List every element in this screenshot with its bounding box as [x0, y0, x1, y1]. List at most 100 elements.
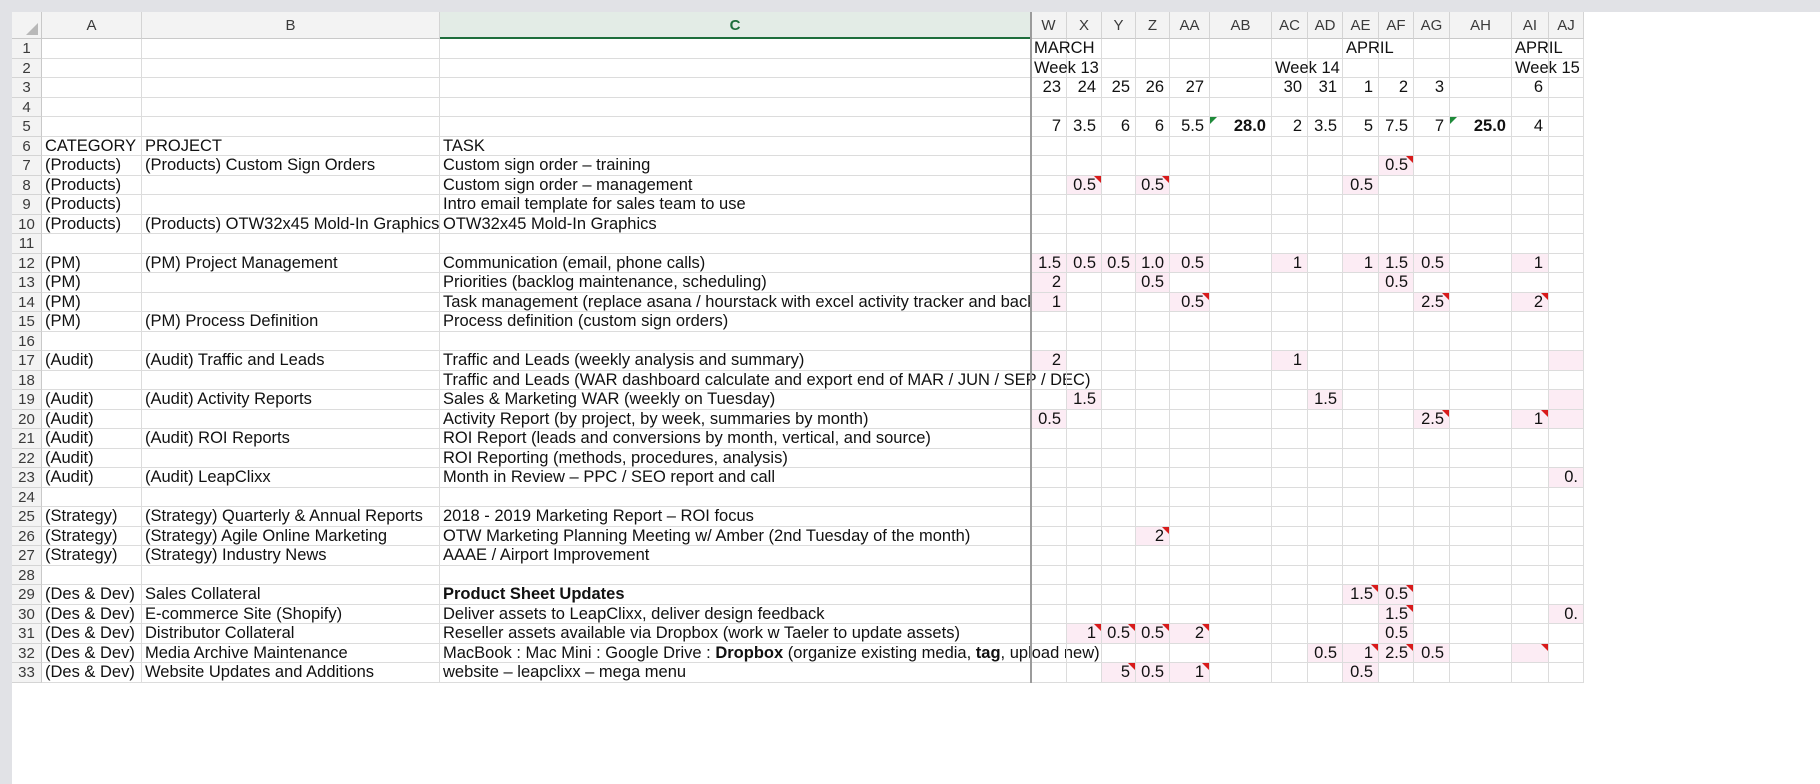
cell-c28[interactable]: [440, 565, 1031, 585]
cell-aj31[interactable]: [1549, 624, 1584, 644]
cell-ag21[interactable]: [1414, 429, 1450, 449]
cell-b17[interactable]: (Audit) Traffic and Leads: [142, 351, 440, 371]
cell-aa24[interactable]: [1170, 487, 1210, 507]
cell-ai12[interactable]: 1: [1512, 253, 1549, 273]
cell-w23[interactable]: [1031, 468, 1067, 488]
cell-a32[interactable]: (Des & Dev): [42, 643, 142, 663]
cell-z8[interactable]: 0.5: [1136, 175, 1170, 195]
cell-ah5[interactable]: 25.0: [1450, 117, 1512, 137]
cell-y29[interactable]: [1102, 585, 1136, 605]
cell-aj33[interactable]: [1549, 663, 1584, 683]
cell-ab1[interactable]: [1210, 39, 1272, 59]
cell-c7[interactable]: Custom sign order – training: [440, 156, 1031, 176]
column-header-ac[interactable]: AC: [1272, 12, 1308, 39]
cell-z30[interactable]: [1136, 604, 1170, 624]
row-header-26[interactable]: 26: [12, 526, 42, 546]
cell-af21[interactable]: [1379, 429, 1414, 449]
cell-x12[interactable]: 0.5: [1067, 253, 1102, 273]
cell-a22[interactable]: (Audit): [42, 448, 142, 468]
cell-aa9[interactable]: [1170, 195, 1210, 215]
cell-af20[interactable]: [1379, 409, 1414, 429]
cell-x11[interactable]: [1067, 234, 1102, 254]
cell-b7[interactable]: (Products) Custom Sign Orders: [142, 156, 440, 176]
cell-c22[interactable]: ROI Reporting (methods, procedures, anal…: [440, 448, 1031, 468]
cell-c29[interactable]: Product Sheet Updates: [440, 585, 1031, 605]
cell-aj6[interactable]: [1549, 136, 1584, 156]
cell-ag14[interactable]: 2.5: [1414, 292, 1450, 312]
cell-ac10[interactable]: [1272, 214, 1308, 234]
cell-ai18[interactable]: [1512, 370, 1549, 390]
cell-z20[interactable]: [1136, 409, 1170, 429]
cell-ac19[interactable]: [1272, 390, 1308, 410]
cell-ah28[interactable]: [1450, 565, 1512, 585]
cell-ae5[interactable]: 5: [1343, 117, 1379, 137]
cell-c18[interactable]: Traffic and Leads (WAR dashboard calcula…: [440, 370, 1090, 390]
row-header-14[interactable]: 14: [12, 292, 42, 312]
cell-z27[interactable]: [1136, 546, 1170, 566]
cell-ac23[interactable]: [1272, 468, 1308, 488]
cell-w12[interactable]: 1.5: [1031, 253, 1067, 273]
cell-af7[interactable]: 0.5: [1379, 156, 1414, 176]
cell-b20[interactable]: [142, 409, 440, 429]
cell-c16[interactable]: [440, 331, 1031, 351]
column-header-c[interactable]: C: [440, 12, 1031, 39]
cell-ab27[interactable]: [1210, 546, 1272, 566]
cell-ah26[interactable]: [1450, 526, 1512, 546]
cell-ac17[interactable]: 1: [1272, 351, 1308, 371]
cell-b5[interactable]: [142, 117, 440, 137]
cell-w2[interactable]: Week 13: [1031, 58, 1099, 78]
cell-c19[interactable]: Sales & Marketing WAR (weekly on Tuesday…: [440, 390, 1031, 410]
cell-ae3[interactable]: 1: [1343, 78, 1379, 98]
cell-aa29[interactable]: [1170, 585, 1210, 605]
cell-aj21[interactable]: [1549, 429, 1584, 449]
cell-ah11[interactable]: [1450, 234, 1512, 254]
cell-af23[interactable]: [1379, 468, 1414, 488]
cell-ad14[interactable]: [1308, 292, 1343, 312]
cell-y3[interactable]: 25: [1102, 78, 1136, 98]
cell-ag30[interactable]: [1414, 604, 1450, 624]
cell-z24[interactable]: [1136, 487, 1170, 507]
cell-ac21[interactable]: [1272, 429, 1308, 449]
cell-aj3[interactable]: [1549, 78, 1584, 98]
row-header-24[interactable]: 24: [12, 487, 42, 507]
cell-af19[interactable]: [1379, 390, 1414, 410]
cell-b2[interactable]: [142, 58, 440, 78]
cell-z29[interactable]: [1136, 585, 1170, 605]
cell-z1[interactable]: [1136, 39, 1170, 59]
cell-ad15[interactable]: [1308, 312, 1343, 332]
row-header-16[interactable]: 16: [12, 331, 42, 351]
cell-ag16[interactable]: [1414, 331, 1450, 351]
cell-ae2[interactable]: [1343, 58, 1379, 78]
cell-a20[interactable]: (Audit): [42, 409, 142, 429]
cell-y33[interactable]: 5: [1102, 663, 1136, 683]
cell-aa27[interactable]: [1170, 546, 1210, 566]
cell-x32[interactable]: [1067, 643, 1102, 663]
cell-c31[interactable]: Reseller assets available via Dropbox (w…: [440, 624, 1031, 644]
cell-ah13[interactable]: [1450, 273, 1512, 293]
cell-ai13[interactable]: [1512, 273, 1549, 293]
row-header-22[interactable]: 22: [12, 448, 42, 468]
cell-z26[interactable]: 2: [1136, 526, 1170, 546]
cell-ah32[interactable]: [1450, 643, 1512, 663]
row-header-21[interactable]: 21: [12, 429, 42, 449]
cell-a28[interactable]: [42, 565, 142, 585]
cell-ah3[interactable]: [1450, 78, 1512, 98]
cell-ai25[interactable]: [1512, 507, 1549, 527]
cell-ac24[interactable]: [1272, 487, 1308, 507]
cell-w22[interactable]: [1031, 448, 1067, 468]
cell-ad31[interactable]: [1308, 624, 1343, 644]
cell-c8[interactable]: Custom sign order – management: [440, 175, 1031, 195]
cell-x13[interactable]: [1067, 273, 1102, 293]
cell-ah17[interactable]: [1450, 351, 1512, 371]
cell-ag24[interactable]: [1414, 487, 1450, 507]
row-header-9[interactable]: 9: [12, 195, 42, 215]
cell-w8[interactable]: [1031, 175, 1067, 195]
cell-aj14[interactable]: [1549, 292, 1584, 312]
cell-b18[interactable]: [142, 370, 440, 390]
cell-b15[interactable]: (PM) Process Definition: [142, 312, 440, 332]
cell-aa25[interactable]: [1170, 507, 1210, 527]
cell-ab24[interactable]: [1210, 487, 1272, 507]
cell-z12[interactable]: 1.0: [1136, 253, 1170, 273]
cell-b31[interactable]: Distributor Collateral: [142, 624, 440, 644]
cell-ac18[interactable]: [1272, 370, 1308, 390]
